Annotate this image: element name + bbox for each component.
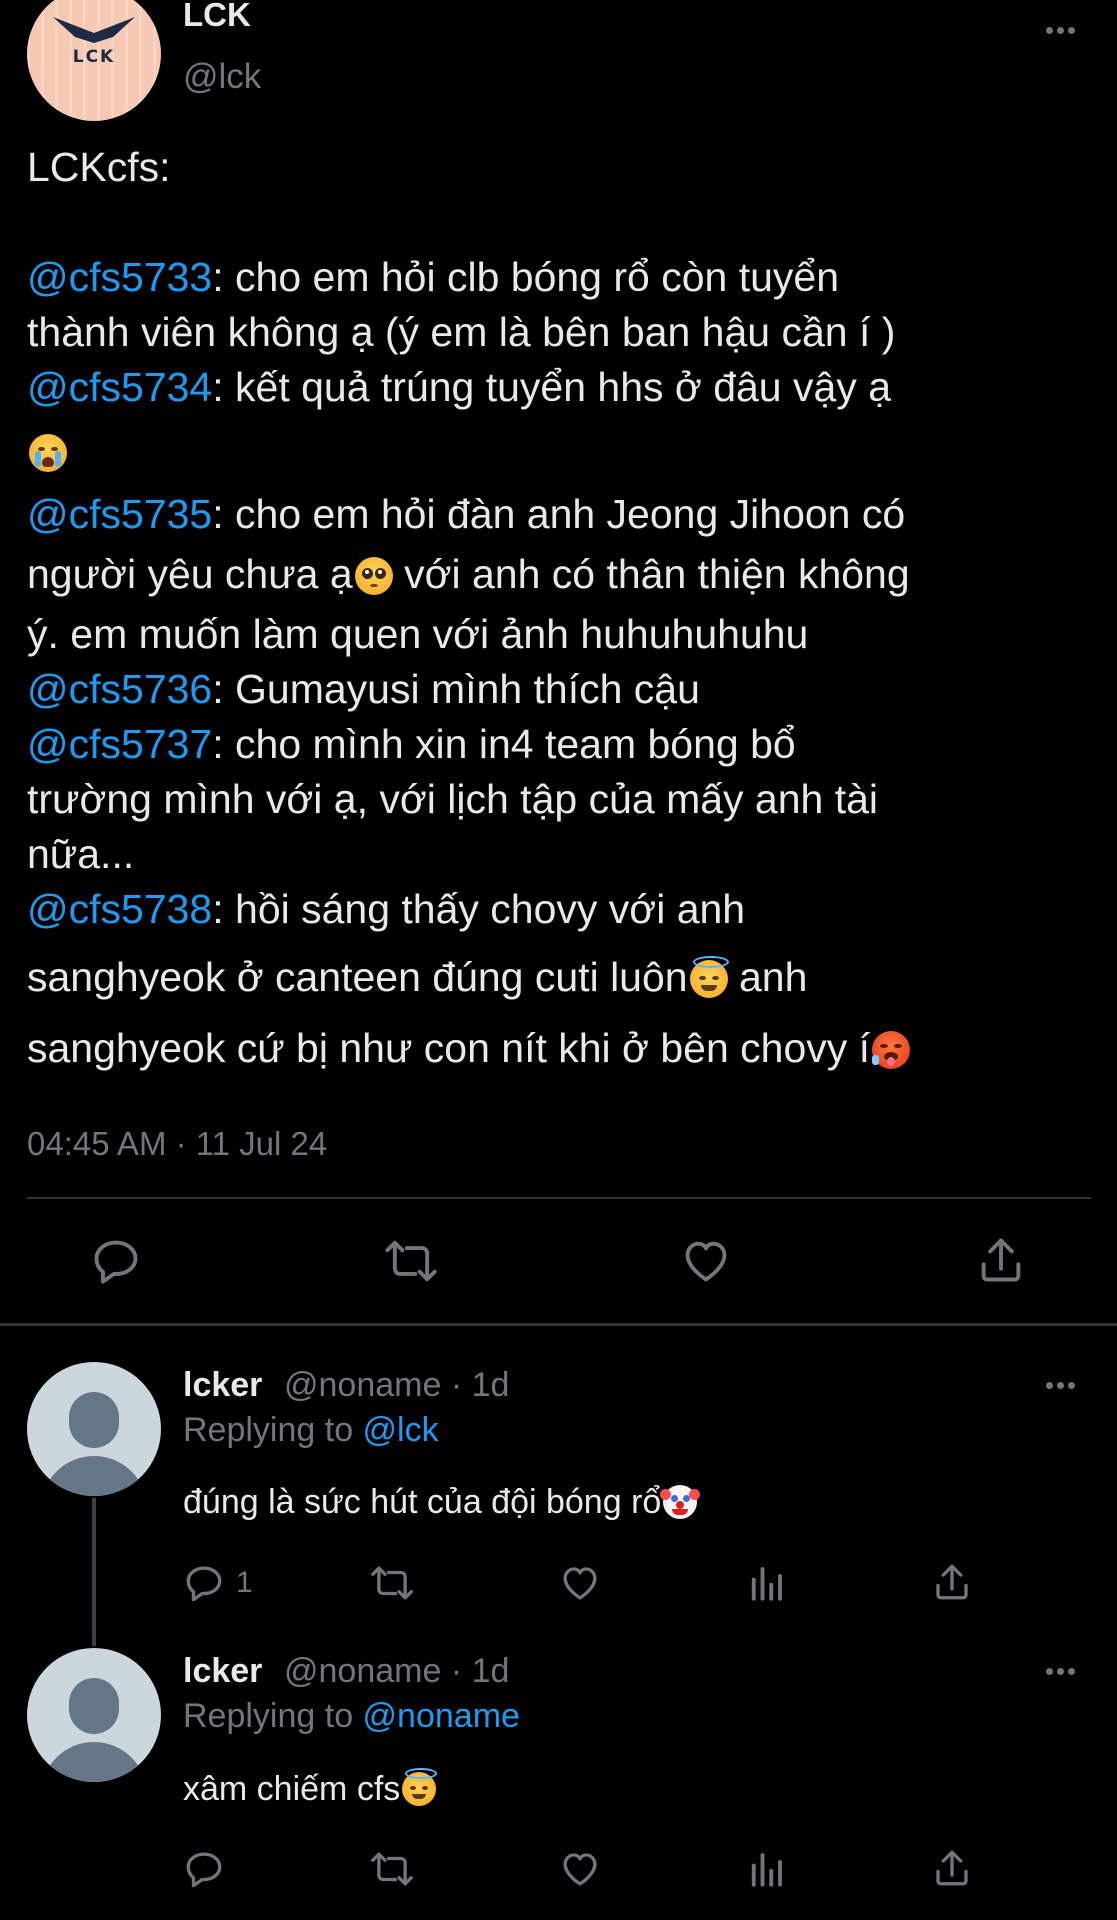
retweet-icon[interactable] (369, 1848, 415, 1890)
reply-text: xâm chiếm cfs (183, 1768, 438, 1809)
reply-icon[interactable] (183, 1562, 225, 1604)
loudly-crying-emoji-icon (29, 434, 67, 472)
more-options-icon[interactable] (1046, 27, 1075, 34)
replying-to-label: Replying to @noname (183, 1697, 520, 1735)
mention-link[interactable]: @cfs5733 (27, 254, 212, 300)
replying-to-label: Replying to @lck (183, 1411, 439, 1449)
tweet-detail-page: LCK LCK @lck LCKcfs: @cfs5733: cho em hỏ… (0, 0, 1117, 1920)
reply-author-name[interactable]: lcker (183, 1652, 262, 1691)
share-icon[interactable] (931, 1846, 973, 1890)
confession-line: nữa... (27, 831, 135, 877)
confession-line: @cfs5736: Gumayusi mình thích cậu (27, 666, 700, 712)
tweet-timestamp[interactable]: 04:45 AM · 11 Jul 24 (27, 1125, 327, 1163)
analytics-icon[interactable] (745, 1848, 787, 1890)
clown-face-emoji-icon (660, 1485, 701, 1519)
confession-line: người yêu chưa ạ với anh có thân thiện k… (27, 551, 910, 597)
mention-link[interactable]: @cfs5737 (27, 721, 212, 767)
confession-line: @cfs5735: cho em hỏi đàn anh Jeong Jihoo… (27, 491, 906, 537)
lck-logo-icon (53, 17, 135, 43)
reply-author-meta: @noname · 1d (284, 1366, 510, 1404)
confession-line: sanghyeok ở canteen đúng cuti luôn anh (27, 954, 808, 1000)
confession-line: sanghyeok cứ bị như con nít khi ở bên ch… (27, 1012, 1107, 1084)
mention-link[interactable]: @cfs5736 (27, 666, 212, 712)
hot-face-emoji-icon (872, 1031, 911, 1069)
replying-to-mention-link[interactable]: @noname (363, 1697, 520, 1735)
reply-count: 1 (236, 1566, 253, 1599)
confession-line: @cfs5738: hồi sáng thấy chovy với anh (27, 886, 746, 932)
smiling-face-with-halo-emoji-icon (402, 1768, 438, 1806)
reply-icon[interactable] (90, 1235, 142, 1287)
analytics-icon[interactable] (745, 1562, 787, 1604)
share-icon[interactable] (931, 1560, 973, 1604)
confession-line: thành viên không ạ (ý em là bên ban hậu … (27, 309, 896, 355)
tweet-header-line: LCKcfs: (27, 144, 171, 190)
mention-link[interactable]: @cfs5738 (27, 886, 212, 932)
reply-icon[interactable] (183, 1848, 225, 1890)
avatar[interactable] (27, 1362, 161, 1496)
avatar[interactable]: LCK (27, 0, 161, 121)
avatar-logo-text: LCK (72, 47, 116, 67)
smiling-face-with-halo-emoji-icon (689, 956, 729, 998)
replying-to-mention-link[interactable]: @lck (363, 1411, 439, 1449)
more-options-icon[interactable] (1046, 1382, 1075, 1389)
retweet-icon[interactable] (369, 1562, 415, 1604)
tweet-text: LCKcfs: @cfs5733: cho em hỏi clb bóng rổ… (27, 140, 1107, 1084)
reply-author-name[interactable]: lcker (183, 1366, 262, 1405)
reply-author-meta: @noname · 1d (284, 1652, 510, 1690)
divider (0, 1323, 1117, 1326)
share-icon[interactable] (975, 1233, 1027, 1287)
confession-line: trường mình với ạ, với lịch tập của mấy … (27, 776, 879, 822)
confession-line: @cfs5734: kết quả trúng tuyển hhs ở đâu … (27, 364, 891, 410)
thread-connector-line (92, 1498, 96, 1646)
retweet-icon[interactable] (383, 1235, 439, 1287)
like-icon[interactable] (679, 1235, 733, 1287)
emoji-line (27, 415, 1107, 487)
mention-link[interactable]: @cfs5735 (27, 491, 212, 537)
more-options-icon[interactable] (1046, 1668, 1075, 1675)
author-handle[interactable]: @lck (183, 57, 261, 97)
author-name[interactable]: LCK (183, 0, 251, 34)
like-icon[interactable] (558, 1562, 602, 1604)
avatar[interactable] (27, 1648, 161, 1782)
confession-line: ý. em muốn làm quen với ảnh huhuhuhuhu (27, 611, 809, 657)
confession-line: @cfs5737: cho mình xin in4 team bóng bổ (27, 721, 796, 767)
divider (27, 1197, 1091, 1199)
pleading-face-emoji-icon (354, 557, 393, 595)
like-icon[interactable] (558, 1848, 602, 1890)
mention-link[interactable]: @cfs5734 (27, 364, 212, 410)
reply-text: đúng là sức hút của đội bóng rổ (183, 1483, 701, 1522)
confession-line: @cfs5733: cho em hỏi clb bóng rổ còn tuy… (27, 254, 840, 300)
